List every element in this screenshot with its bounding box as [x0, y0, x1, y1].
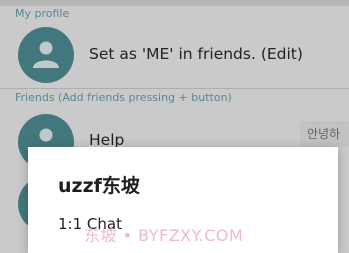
- watermark: 东坡 • BYFZXY.COM: [84, 226, 244, 245]
- dialog-title: uzzf东坡: [58, 175, 140, 197]
